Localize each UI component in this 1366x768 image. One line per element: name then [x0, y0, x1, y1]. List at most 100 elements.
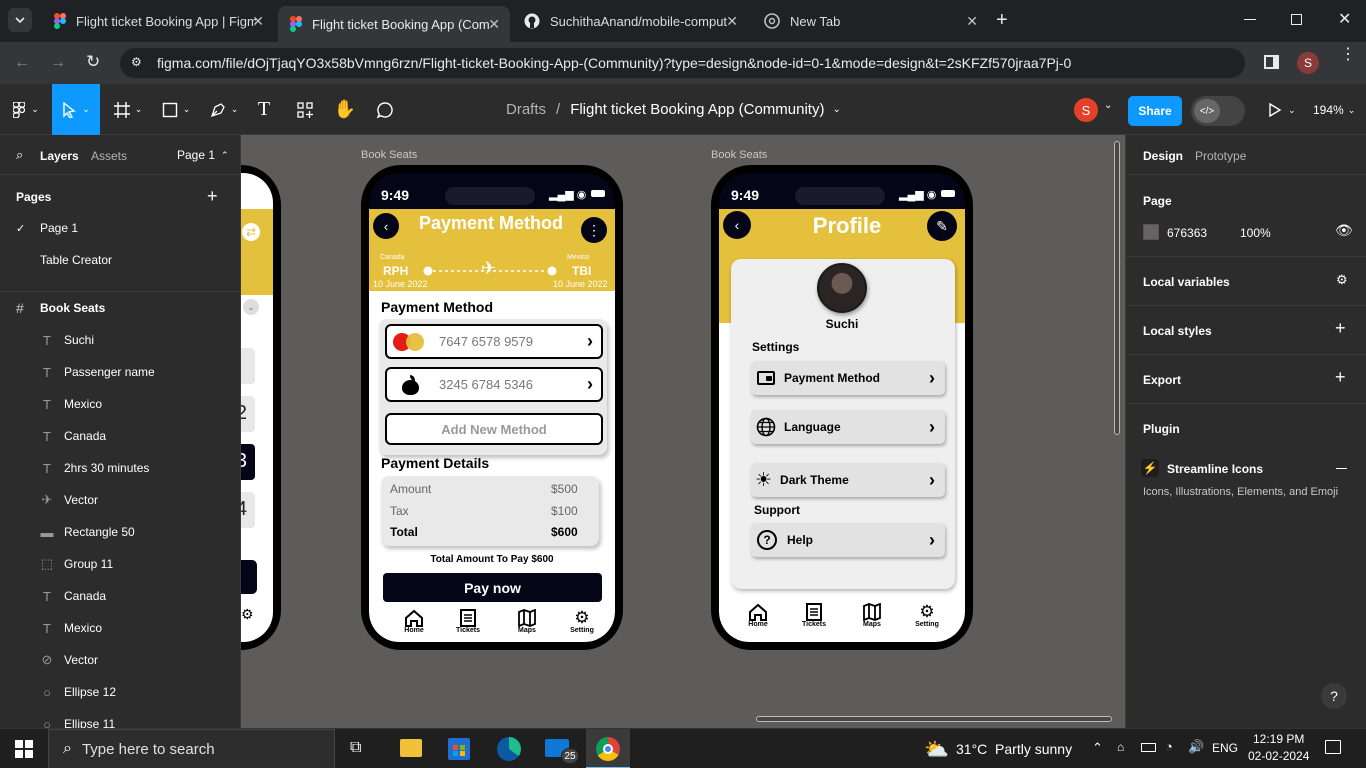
minimize-icon[interactable] [1244, 19, 1256, 20]
layer-row[interactable]: T Canada [0, 420, 240, 452]
avatar[interactable] [817, 263, 867, 313]
move-tool-button[interactable]: ⌄ [52, 84, 100, 135]
more-options-button[interactable]: ⋮ [581, 217, 607, 243]
network-icon[interactable]: ⌂ [1117, 740, 1124, 754]
tab-close-icon[interactable]: ✕ [488, 16, 500, 33]
seat-box-selected[interactable]: 3 [241, 444, 255, 480]
tab-design[interactable]: Design [1143, 149, 1183, 163]
frame-label[interactable]: Book Seats [711, 149, 767, 161]
notification-icon[interactable] [1325, 740, 1341, 754]
partial-phone-frame[interactable]: ⇄ ⌄ 01 2 3 4 ⚙ [241, 165, 281, 650]
add-page-button[interactable]: + [207, 186, 218, 207]
seat-box[interactable]: 4 [241, 492, 255, 528]
add-style-button[interactable]: + [1335, 318, 1346, 339]
layer-row[interactable]: T Canada [0, 580, 240, 612]
window-close-icon[interactable]: ✕ [1338, 9, 1351, 29]
nav-setting[interactable]: ⚙ Setting [565, 609, 599, 635]
nav-home[interactable]: Home [741, 603, 775, 628]
browser-tab[interactable]: New Tab ✕ [752, 6, 988, 36]
taskbar-search-box[interactable]: ⌕ Type here to search [48, 729, 335, 768]
tab-search-button[interactable] [8, 8, 32, 32]
layer-row[interactable]: ○ Ellipse 12 [0, 676, 240, 708]
layer-row[interactable]: T Passenger name [0, 356, 240, 388]
nav-home[interactable]: Home [397, 609, 431, 634]
frame-label[interactable]: Book Seats [361, 149, 417, 161]
browser-menu-icon[interactable]: ⋮ [1340, 47, 1356, 63]
clock-time[interactable]: 12:19 PM [1253, 732, 1304, 746]
new-tab-button[interactable]: + [996, 9, 1008, 32]
side-panel-icon[interactable] [1264, 55, 1279, 69]
search-icon[interactable]: ⌕ [16, 147, 23, 163]
task-view-icon[interactable]: ⧉ [350, 739, 361, 757]
seat-box[interactable]: 01 [241, 348, 255, 384]
file-explorer-icon[interactable] [400, 739, 422, 757]
back-button[interactable]: ‹ [373, 213, 399, 239]
file-name[interactable]: Flight ticket Booking App (Community) [570, 101, 824, 118]
main-menu-button[interactable]: ⌄ [8, 84, 44, 135]
breadcrumb-drafts[interactable]: Drafts [506, 101, 546, 118]
site-info-icon[interactable]: ⚙ [131, 55, 142, 69]
hand-tool-button[interactable]: ✋ [330, 84, 360, 135]
profile-phone-frame[interactable]: 9:49 ▂▄▆ ◉ ‹ Profile ✎ Suchi Settings Pa… [711, 165, 973, 650]
confirm-button[interactable] [241, 560, 257, 594]
resources-button[interactable] [290, 84, 320, 135]
layer-row[interactable]: T Suchi [0, 324, 240, 356]
frame-tool-button[interactable]: ⌄ [108, 84, 148, 135]
layer-frame-book-seats[interactable]: # Book Seats [0, 292, 240, 324]
page-opacity-value[interactable]: 100% [1240, 226, 1271, 240]
wifi-icon[interactable]: ◔ [1165, 739, 1173, 754]
clock-date[interactable]: 02-02-2024 [1248, 749, 1309, 763]
chrome-app-button[interactable] [586, 729, 630, 768]
tab-close-icon[interactable]: ✕ [966, 13, 978, 30]
page-item-page1[interactable]: ✓ Page 1 [0, 212, 240, 244]
weather-text[interactable]: 31°C Partly sunny [956, 741, 1072, 757]
tab-prototype[interactable]: Prototype [1195, 149, 1246, 163]
chevron-down-icon[interactable]: ⌄ [243, 299, 259, 315]
layer-row[interactable]: T 2hrs 30 minutes [0, 452, 240, 484]
tray-chevron-up-icon[interactable]: ⌃ [1092, 740, 1103, 756]
help-button[interactable]: ? [1321, 683, 1347, 709]
forward-arrow-icon[interactable]: → [50, 54, 66, 72]
saved-card-row[interactable]: 3245 6784 5346 › [385, 367, 603, 402]
plugin-name[interactable]: Streamline Icons [1167, 462, 1263, 476]
reload-icon[interactable]: ↻ [86, 52, 100, 72]
payment-phone-frame[interactable]: 9:49 ▂▄▆ ◉ ‹ Payment Method ⋮ Canada RPH… [361, 165, 623, 650]
nav-maps[interactable]: Maps [855, 603, 889, 628]
weather-icon[interactable]: ⛅ [924, 737, 949, 762]
layer-row[interactable]: ▬ Rectangle 50 [0, 516, 240, 548]
edit-button[interactable]: ✎ [927, 211, 957, 241]
gear-icon[interactable]: ⚙ [241, 606, 254, 623]
browser-tab[interactable]: SuchithaAnand/mobile-comput ✕ [512, 6, 748, 36]
layer-row[interactable]: ⊘ Vector [0, 644, 240, 676]
text-tool-button[interactable]: T [250, 84, 278, 135]
profile-avatar[interactable]: S [1297, 52, 1319, 74]
add-new-method-button[interactable]: Add New Method [385, 413, 603, 445]
layer-row[interactable]: ○ Ellipse 11 [0, 708, 240, 729]
shape-tool-button[interactable]: ⌄ [156, 84, 196, 135]
present-button[interactable]: ⌄ [1268, 98, 1296, 122]
browser-tab[interactable]: Flight ticket Booking App | Figm ✕ [42, 6, 274, 36]
layer-row[interactable]: ⬚ Group 11 [0, 548, 240, 580]
pay-now-button[interactable]: Pay now [383, 573, 602, 602]
layer-row[interactable]: ✈ Vector [0, 484, 240, 516]
chevron-down-icon[interactable]: ⌄ [832, 104, 840, 115]
battery-icon[interactable] [1141, 743, 1156, 752]
design-canvas[interactable]: ⇄ ⌄ 01 2 3 4 ⚙ Book Seats 9:49 ▂▄▆ ◉ ‹ P… [241, 135, 1125, 728]
saved-card-row[interactable]: 7647 6578 9579 › [385, 324, 603, 359]
page-color-swatch[interactable] [1143, 224, 1159, 240]
tab-close-icon[interactable]: ✕ [252, 13, 264, 30]
tab-layers[interactable]: Layers [40, 149, 79, 163]
dev-mode-toggle[interactable]: </> [1191, 96, 1245, 126]
pen-tool-button[interactable]: ⌄ [204, 84, 244, 135]
restore-icon[interactable] [1291, 14, 1302, 25]
swap-icon[interactable]: ⇄ [242, 223, 260, 241]
nav-tickets[interactable]: Tickets [797, 603, 831, 628]
page-color-value[interactable]: 676363 [1167, 226, 1207, 240]
back-arrow-icon[interactable]: ← [14, 54, 30, 72]
eye-icon[interactable]: 👁 [1335, 222, 1353, 239]
comment-tool-button[interactable] [370, 84, 400, 135]
url-field[interactable]: ⚙ figma.com/file/dOjTjaqYO3x58bVmng6rzn/… [120, 48, 1245, 78]
edge-icon[interactable] [497, 737, 521, 761]
add-export-button[interactable]: + [1335, 367, 1346, 388]
store-icon[interactable] [448, 738, 470, 760]
